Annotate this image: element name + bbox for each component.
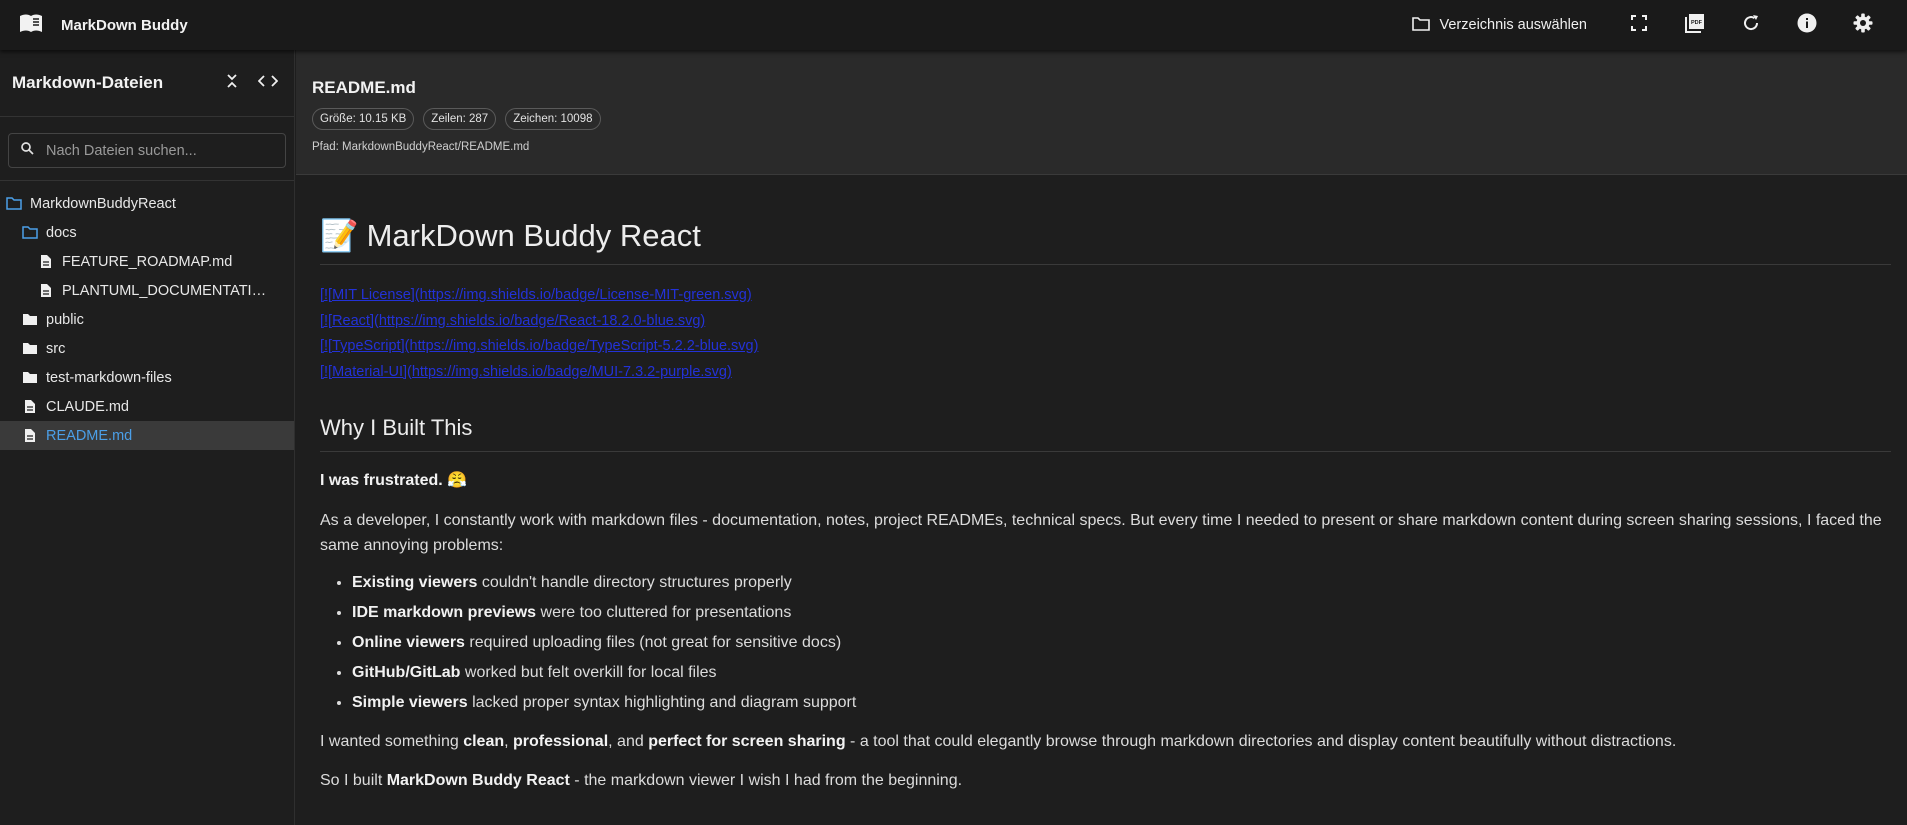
app-title: MarkDown Buddy	[61, 16, 188, 34]
tree-item-test-markdown-files[interactable]: test-markdown-files	[0, 363, 294, 392]
file-icon	[22, 399, 38, 414]
badge-links: [![MIT License](https://img.shields.io/b…	[320, 283, 1891, 385]
book-icon	[19, 13, 43, 38]
file-icon	[38, 283, 54, 298]
list-item: IDE markdown previews were too cluttered…	[352, 601, 1891, 625]
tree-item-public[interactable]: public	[0, 305, 294, 334]
folder-open-icon	[6, 197, 22, 210]
toolbar-actions: Verzeichnis auswählen PDF	[1402, 5, 1891, 45]
tree-item-label: CLAUDE.md	[46, 398, 129, 415]
badge-link-license[interactable]: [![MIT License](https://img.shields.io/b…	[320, 283, 1891, 309]
file-path: Pfad: MarkdownBuddyReact/README.md	[312, 141, 530, 153]
folder-icon	[22, 313, 38, 326]
file-size-chip: Größe: 10.15 KB	[312, 108, 415, 130]
collapse-icon	[226, 73, 238, 94]
tree-item-label: README.md	[46, 427, 133, 444]
app-bar: MarkDown Buddy Verzeichnis auswählen PDF	[0, 0, 1907, 50]
file-icon	[22, 428, 38, 443]
refresh-button[interactable]	[1723, 5, 1779, 45]
built-paragraph: So I built MarkDown Buddy React - the ma…	[320, 772, 963, 789]
badge-link-react[interactable]: [![React](https://img.shields.io/badge/R…	[320, 309, 1891, 335]
pdf-icon: PDF	[1685, 13, 1705, 38]
markdown-preview: 📝 MarkDown Buddy React [![MIT License](h…	[296, 175, 1907, 794]
frustrated-line: I was frustrated. 😤	[320, 472, 468, 489]
sidebar-header: Markdown-Dateien	[0, 50, 294, 116]
badge-link-typescript[interactable]: [![TypeScript](https://img.shields.io/ba…	[320, 334, 1891, 360]
search-icon	[21, 141, 34, 160]
settings-button[interactable]	[1835, 5, 1891, 45]
fullscreen-button[interactable]	[1611, 5, 1667, 45]
sidebar: Markdown-Dateien MarkdownBuddyReact docs F…	[0, 50, 295, 825]
collapse-all-button[interactable]	[218, 69, 246, 97]
svg-text:PDF: PDF	[1691, 20, 1703, 26]
tree-item-plantuml-documentation-md[interactable]: PLANTUML_DOCUMENTATION.md	[0, 276, 294, 305]
doc-title: 📝 MarkDown Buddy React	[320, 217, 1891, 265]
main-content: README.md Größe: 10.15 KB Zeilen: 287 Ze…	[296, 50, 1907, 825]
problem-list: Existing viewers couldn't handle directo…	[320, 571, 1891, 715]
brand: MarkDown Buddy	[19, 13, 188, 38]
select-directory-label: Verzeichnis auswählen	[1439, 17, 1587, 33]
folder-open-icon	[22, 226, 38, 239]
badge-link-mui[interactable]: [![Material-UI](https://img.shields.io/b…	[320, 360, 1891, 386]
tree-item-claude-md[interactable]: CLAUDE.md	[0, 392, 294, 421]
tree-item-label: MarkdownBuddyReact	[30, 195, 176, 212]
folder-icon	[22, 342, 38, 355]
toggle-source-button[interactable]	[254, 69, 282, 97]
file-icon	[38, 254, 54, 269]
fullscreen-icon	[1631, 14, 1647, 36]
tree-item-src[interactable]: src	[0, 334, 294, 363]
section-heading: Why I Built This	[320, 415, 1891, 452]
tree-item-feature-roadmap-md[interactable]: FEATURE_ROADMAP.md	[0, 247, 294, 276]
doc-title-text: MarkDown Buddy React	[366, 217, 701, 253]
wanted-paragraph: I wanted something clean, professional, …	[320, 732, 1677, 750]
line-count-chip: Zeilen: 287	[423, 108, 497, 130]
tree-item-label: src	[46, 340, 66, 357]
tree-item-label: docs	[46, 224, 77, 241]
sidebar-title: Markdown-Dateien	[12, 73, 164, 92]
tree-item-docs[interactable]: docs	[0, 218, 294, 247]
list-item: Simple viewers lacked proper syntax high…	[352, 691, 1891, 715]
info-icon	[1797, 13, 1817, 38]
tree-item-label: FEATURE_ROADMAP.md	[62, 253, 233, 270]
tree-item-readme-md[interactable]: README.md	[0, 421, 294, 450]
list-item: Online viewers required uploading files …	[352, 631, 1891, 655]
search-box	[8, 133, 286, 168]
folder-icon	[1412, 16, 1431, 35]
code-icon	[257, 74, 279, 93]
tree-item-markdownbuddyreact[interactable]: MarkdownBuddyReact	[0, 189, 294, 218]
settings-icon	[1853, 13, 1873, 38]
list-item: GitHub/GitLab worked but felt overkill f…	[352, 661, 1891, 685]
refresh-icon	[1742, 14, 1760, 37]
tree-item-label: test-markdown-files	[46, 369, 172, 386]
file-header: README.md Größe: 10.15 KB Zeilen: 287 Ze…	[296, 50, 1907, 175]
export-pdf-button[interactable]: PDF	[1667, 5, 1723, 45]
tree-item-label: PLANTUML_DOCUMENTATION.md	[62, 282, 277, 299]
list-item: Existing viewers couldn't handle directo…	[352, 571, 1891, 595]
memo-emoji: 📝	[320, 218, 359, 253]
char-count-chip: Zeichen: 10098	[505, 108, 601, 130]
folder-icon	[22, 371, 38, 384]
info-button[interactable]	[1779, 5, 1835, 45]
tree-item-label: public	[46, 311, 84, 328]
file-tree: MarkdownBuddyReact docs FEATURE_ROADMAP.md…	[0, 181, 294, 450]
select-directory-button[interactable]: Verzeichnis auswählen	[1402, 7, 1611, 43]
search-input[interactable]	[46, 142, 266, 159]
file-name: README.md	[312, 78, 416, 97]
intro-paragraph: As a developer, I constantly work with m…	[320, 511, 1882, 555]
